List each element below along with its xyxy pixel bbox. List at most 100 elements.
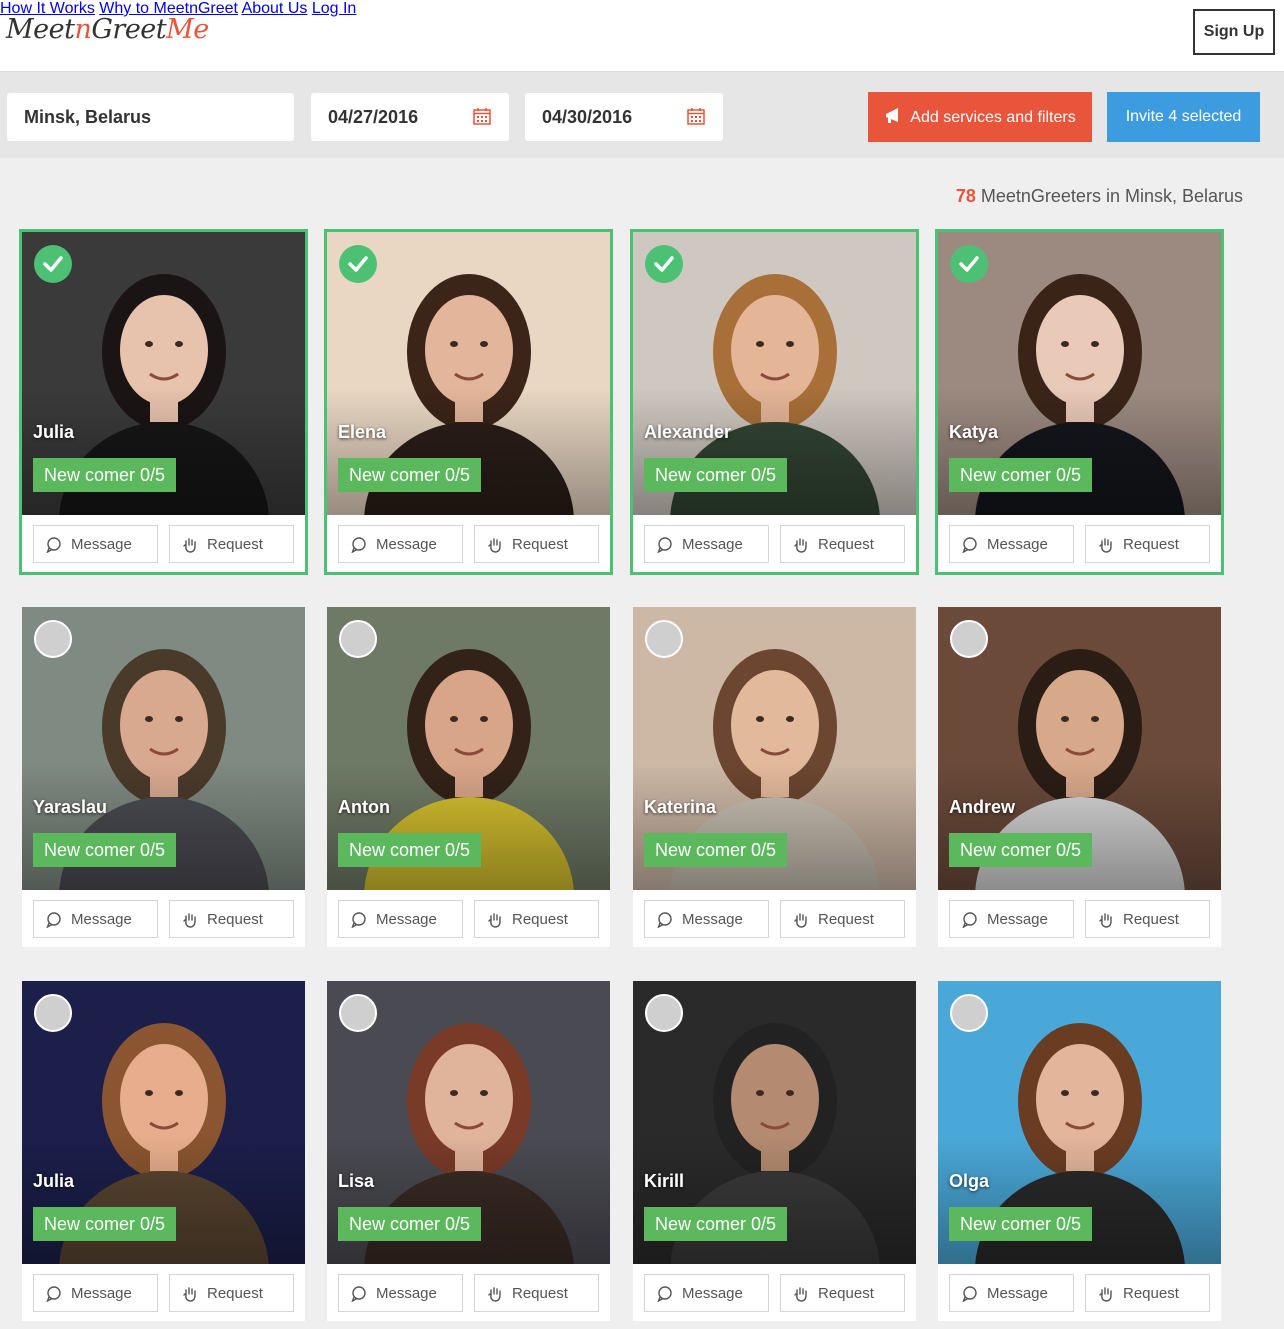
calendar-icon[interactable]: [687, 107, 705, 125]
greeter-photo[interactable]: Julia New comer 0/5: [22, 232, 305, 515]
greeter-card[interactable]: Katya New comer 0/5 Message Request: [935, 229, 1224, 575]
request-button[interactable]: Request: [1085, 900, 1210, 938]
nav-about-us[interactable]: About Us: [242, 0, 308, 17]
greeter-photo[interactable]: Olga New comer 0/5: [938, 981, 1221, 1264]
greeter-photo[interactable]: Anton New comer 0/5: [327, 607, 610, 890]
invite-selected-button[interactable]: Invite 4 selected: [1107, 92, 1260, 142]
card-actions: Message Request: [327, 1274, 610, 1312]
select-checkbox[interactable]: [645, 245, 683, 283]
request-button[interactable]: Request: [780, 525, 905, 563]
calendar-icon[interactable]: [473, 107, 491, 125]
greeter-card[interactable]: Katerina New comer 0/5 Message Request: [633, 607, 916, 947]
request-button[interactable]: Request: [1085, 525, 1210, 563]
message-button[interactable]: Message: [644, 525, 769, 563]
greeter-photo[interactable]: Katerina New comer 0/5: [633, 607, 916, 890]
request-label: Request: [818, 910, 874, 928]
hand-icon: [794, 913, 807, 928]
request-button[interactable]: Request: [474, 1274, 599, 1312]
select-checkbox[interactable]: [645, 994, 683, 1032]
message-label: Message: [987, 1284, 1048, 1302]
greeter-name[interactable]: Julia: [33, 422, 74, 443]
hand-icon: [488, 538, 501, 553]
message-button[interactable]: Message: [949, 1274, 1074, 1312]
message-button[interactable]: Message: [338, 525, 463, 563]
checkmark-icon: [654, 256, 674, 272]
greeter-photo[interactable]: Katya New comer 0/5: [938, 232, 1221, 515]
greeter-card[interactable]: Alexander New comer 0/5 Message Request: [630, 229, 919, 575]
greeter-name[interactable]: Katya: [949, 422, 998, 443]
hand-icon: [1099, 1287, 1112, 1302]
select-checkbox[interactable]: [34, 620, 72, 658]
message-button[interactable]: Message: [33, 1274, 158, 1312]
message-button[interactable]: Message: [338, 1274, 463, 1312]
request-button[interactable]: Request: [1085, 1274, 1210, 1312]
site-logo[interactable]: MeetnGreetMe: [6, 14, 209, 45]
request-button[interactable]: Request: [780, 1274, 905, 1312]
city-input[interactable]: Minsk, Belarus: [7, 93, 294, 141]
message-button[interactable]: Message: [949, 525, 1074, 563]
card-actions: Message Request: [22, 525, 305, 563]
message-label: Message: [71, 910, 132, 928]
greeter-name[interactable]: Julia: [33, 1171, 74, 1192]
select-checkbox[interactable]: [34, 994, 72, 1032]
greeter-card[interactable]: Andrew New comer 0/5 Message Request: [938, 607, 1221, 947]
message-button[interactable]: Message: [338, 900, 463, 938]
greeter-photo[interactable]: Alexander New comer 0/5: [633, 232, 916, 515]
greeter-name[interactable]: Andrew: [949, 797, 1015, 818]
greeter-photo[interactable]: Yaraslau New comer 0/5: [22, 607, 305, 890]
request-button[interactable]: Request: [474, 900, 599, 938]
request-button[interactable]: Request: [169, 525, 294, 563]
greeter-card[interactable]: Olga New comer 0/5 Message Request: [938, 981, 1221, 1321]
status-badge: New comer 0/5: [338, 1207, 482, 1241]
request-button[interactable]: Request: [169, 900, 294, 938]
message-button[interactable]: Message: [33, 525, 158, 563]
greeter-name[interactable]: Anton: [338, 797, 390, 818]
greeter-card[interactable]: Lisa New comer 0/5 Message Request: [327, 981, 610, 1321]
greeter-name[interactable]: Katerina: [644, 797, 716, 818]
request-label: Request: [1123, 1284, 1179, 1302]
greeter-photo[interactable]: Kirill New comer 0/5: [633, 981, 916, 1264]
greeter-card[interactable]: Julia New comer 0/5 Message Request: [19, 229, 308, 575]
greeter-photo[interactable]: Lisa New comer 0/5: [327, 981, 610, 1264]
hand-icon: [1099, 538, 1112, 553]
greeter-name[interactable]: Lisa: [338, 1171, 374, 1192]
greeter-card[interactable]: Kirill New comer 0/5 Message Request: [633, 981, 916, 1321]
message-button[interactable]: Message: [949, 900, 1074, 938]
select-checkbox[interactable]: [950, 245, 988, 283]
message-button[interactable]: Message: [644, 900, 769, 938]
select-checkbox[interactable]: [645, 620, 683, 658]
greeter-card[interactable]: Elena New comer 0/5 Message Request: [324, 229, 613, 575]
greeter-name[interactable]: Alexander: [644, 422, 731, 443]
request-button[interactable]: Request: [474, 525, 599, 563]
select-checkbox[interactable]: [339, 994, 377, 1032]
select-checkbox[interactable]: [339, 620, 377, 658]
select-checkbox[interactable]: [339, 245, 377, 283]
greeter-photo[interactable]: Julia New comer 0/5: [22, 981, 305, 1264]
greeter-photo[interactable]: Andrew New comer 0/5: [938, 607, 1221, 890]
date-to-input[interactable]: 04/30/2016: [525, 93, 723, 141]
greeter-card[interactable]: Yaraslau New comer 0/5 Message Request: [22, 607, 305, 947]
greeter-photo[interactable]: Elena New comer 0/5: [327, 232, 610, 515]
greeter-name[interactable]: Kirill: [644, 1171, 684, 1192]
request-button[interactable]: Request: [780, 900, 905, 938]
greeter-name[interactable]: Elena: [338, 422, 386, 443]
message-button[interactable]: Message: [33, 900, 158, 938]
hand-icon: [794, 538, 807, 553]
checkmark-icon: [348, 256, 368, 272]
greeter-name[interactable]: Yaraslau: [33, 797, 107, 818]
greeter-card[interactable]: Julia New comer 0/5 Message Request: [22, 981, 305, 1321]
date-from-input[interactable]: 04/27/2016: [311, 93, 509, 141]
select-checkbox[interactable]: [950, 994, 988, 1032]
sign-up-button[interactable]: Sign Up: [1193, 9, 1275, 55]
request-button[interactable]: Request: [169, 1274, 294, 1312]
status-badge: New comer 0/5: [33, 833, 177, 867]
status-badge: New comer 0/5: [644, 833, 788, 867]
select-checkbox[interactable]: [34, 245, 72, 283]
results-count-number: 78: [955, 186, 976, 206]
greeter-name[interactable]: Olga: [949, 1171, 989, 1192]
select-checkbox[interactable]: [950, 620, 988, 658]
greeter-card[interactable]: Anton New comer 0/5 Message Request: [327, 607, 610, 947]
nav-log-in[interactable]: Log In: [312, 0, 356, 17]
add-services-filters-button[interactable]: Add services and filters: [868, 92, 1092, 142]
message-button[interactable]: Message: [644, 1274, 769, 1312]
